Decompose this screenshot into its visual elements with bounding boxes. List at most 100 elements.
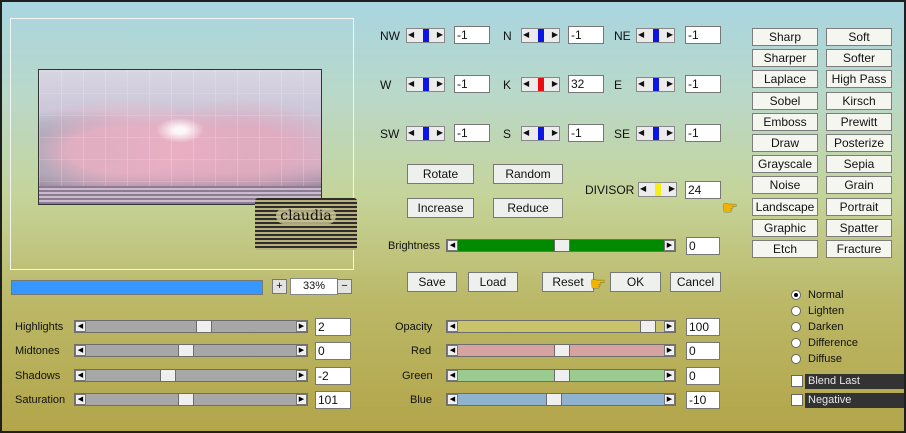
random-button[interactable]: Random	[493, 164, 563, 184]
spin-left-icon[interactable]: ◀	[638, 79, 644, 88]
negative-checkbox[interactable]	[791, 394, 803, 406]
matrix-spinner[interactable]: ◀ ▶	[636, 28, 675, 43]
ok-button[interactable]: OK	[610, 272, 661, 292]
slider-right-arrow-icon[interactable]: ▶	[296, 345, 307, 356]
adjust-slider[interactable]: ◀ ▶	[74, 393, 308, 406]
adjust-slider[interactable]: ◀ ▶	[74, 344, 308, 357]
cancel-button[interactable]: Cancel	[670, 272, 721, 292]
matrix-spinner[interactable]: ◀ ▶	[406, 126, 445, 141]
increase-button[interactable]: Increase	[407, 198, 474, 218]
preview-image[interactable]	[38, 69, 322, 205]
color-slider[interactable]: ◀ ▶	[446, 393, 676, 406]
blend-mode-radio[interactable]	[791, 354, 801, 364]
filter-button[interactable]: Draw	[752, 134, 818, 152]
matrix-spinner[interactable]: ◀ ▶	[636, 126, 675, 141]
slider-thumb[interactable]	[178, 344, 194, 357]
filter-button[interactable]: Laplace	[752, 70, 818, 89]
filter-button[interactable]: Softer	[826, 49, 892, 68]
color-slider-field[interactable]: -10	[686, 391, 720, 409]
matrix-field[interactable]: -1	[454, 75, 490, 93]
slider-right-arrow-icon[interactable]: ▶	[664, 240, 675, 251]
slider-thumb[interactable]	[554, 239, 570, 252]
spin-right-icon[interactable]: ▶	[437, 30, 443, 39]
filter-button[interactable]: Sharper	[752, 49, 818, 68]
filter-button[interactable]: Sharp	[752, 28, 818, 46]
filter-button[interactable]: Emboss	[752, 112, 818, 131]
filter-button[interactable]: High Pass	[826, 70, 892, 89]
matrix-field[interactable]: -1	[685, 124, 721, 142]
adjust-slider[interactable]: ◀ ▶	[74, 369, 308, 382]
slider-right-arrow-icon[interactable]: ▶	[664, 370, 675, 381]
spin-left-icon[interactable]: ◀	[523, 128, 529, 137]
brightness-field[interactable]: 0	[686, 237, 720, 255]
zoom-out-button[interactable]: −	[337, 279, 352, 294]
spin-right-icon[interactable]: ▶	[437, 128, 443, 137]
spin-left-icon[interactable]: ◀	[408, 30, 414, 39]
filter-button[interactable]: Posterize	[826, 134, 892, 152]
spin-right-icon[interactable]: ▶	[669, 184, 675, 193]
spin-left-icon[interactable]: ◀	[638, 30, 644, 39]
filter-button[interactable]: Spatter	[826, 218, 892, 237]
slider-thumb[interactable]	[160, 369, 176, 382]
color-slider-field[interactable]: 0	[686, 342, 720, 360]
blend-mode-radio[interactable]	[791, 322, 801, 332]
filter-button[interactable]: Sobel	[752, 91, 818, 110]
matrix-spinner[interactable]: ◀ ▶	[406, 77, 445, 92]
matrix-spinner[interactable]: ◀ ▶	[521, 77, 560, 92]
matrix-field[interactable]: -1	[568, 26, 604, 44]
filter-button[interactable]: Prewitt	[826, 112, 892, 131]
blend-mode-radio[interactable]	[791, 338, 801, 348]
filter-button[interactable]: Sepia	[826, 155, 892, 174]
spin-left-icon[interactable]: ◀	[523, 79, 529, 88]
blend-mode-radio[interactable]	[791, 306, 801, 316]
spin-right-icon[interactable]: ▶	[667, 128, 673, 137]
spin-right-icon[interactable]: ▶	[552, 128, 558, 137]
filter-button[interactable]: Noise	[752, 176, 818, 195]
slider-right-arrow-icon[interactable]: ▶	[296, 394, 307, 405]
slider-left-arrow-icon[interactable]: ◀	[447, 321, 458, 332]
spin-left-icon[interactable]: ◀	[640, 184, 646, 193]
color-slider[interactable]: ◀ ▶	[446, 369, 676, 382]
slider-right-arrow-icon[interactable]: ▶	[664, 394, 675, 405]
spin-left-icon[interactable]: ◀	[638, 128, 644, 137]
color-slider-field[interactable]: 0	[686, 367, 720, 385]
brightness-slider[interactable]: ◀ ▶	[446, 239, 676, 252]
matrix-spinner[interactable]: ◀ ▶	[406, 28, 445, 43]
save-button[interactable]: Save	[407, 272, 457, 292]
slider-left-arrow-icon[interactable]: ◀	[447, 345, 458, 356]
spin-left-icon[interactable]: ◀	[408, 128, 414, 137]
filter-button[interactable]: Soft	[826, 28, 892, 46]
slider-left-arrow-icon[interactable]: ◀	[75, 345, 86, 356]
reset-button[interactable]: Reset	[542, 272, 594, 292]
spin-right-icon[interactable]: ▶	[667, 79, 673, 88]
slider-right-arrow-icon[interactable]: ▶	[296, 321, 307, 332]
spin-right-icon[interactable]: ▶	[552, 79, 558, 88]
divisor-spinner[interactable]: ◀ ▶	[638, 182, 677, 197]
slider-thumb[interactable]	[178, 393, 194, 406]
filter-button[interactable]: Grayscale	[752, 155, 818, 174]
filter-button[interactable]: Grain	[826, 176, 892, 195]
slider-left-arrow-icon[interactable]: ◀	[447, 370, 458, 381]
matrix-field[interactable]: -1	[454, 26, 490, 44]
blend-last-checkbox[interactable]	[791, 375, 803, 387]
spin-right-icon[interactable]: ▶	[667, 30, 673, 39]
divisor-field[interactable]: 24	[685, 181, 721, 199]
matrix-field[interactable]: 32	[568, 75, 604, 93]
color-slider-field[interactable]: 100	[686, 318, 720, 336]
filter-button[interactable]: Kirsch	[826, 91, 892, 110]
slider-right-arrow-icon[interactable]: ▶	[664, 345, 675, 356]
slider-left-arrow-icon[interactable]: ◀	[447, 240, 458, 251]
filter-button[interactable]: Portrait	[826, 197, 892, 216]
spin-right-icon[interactable]: ▶	[552, 30, 558, 39]
matrix-spinner[interactable]: ◀ ▶	[636, 77, 675, 92]
slider-thumb[interactable]	[196, 320, 212, 333]
slider-thumb[interactable]	[554, 344, 570, 357]
slider-thumb[interactable]	[546, 393, 562, 406]
spin-right-icon[interactable]: ▶	[437, 79, 443, 88]
matrix-field[interactable]: -1	[685, 75, 721, 93]
slider-left-arrow-icon[interactable]: ◀	[447, 394, 458, 405]
rotate-button[interactable]: Rotate	[407, 164, 474, 184]
adjust-slider[interactable]: ◀ ▶	[74, 320, 308, 333]
filter-button[interactable]: Graphic	[752, 218, 818, 237]
spin-left-icon[interactable]: ◀	[523, 30, 529, 39]
